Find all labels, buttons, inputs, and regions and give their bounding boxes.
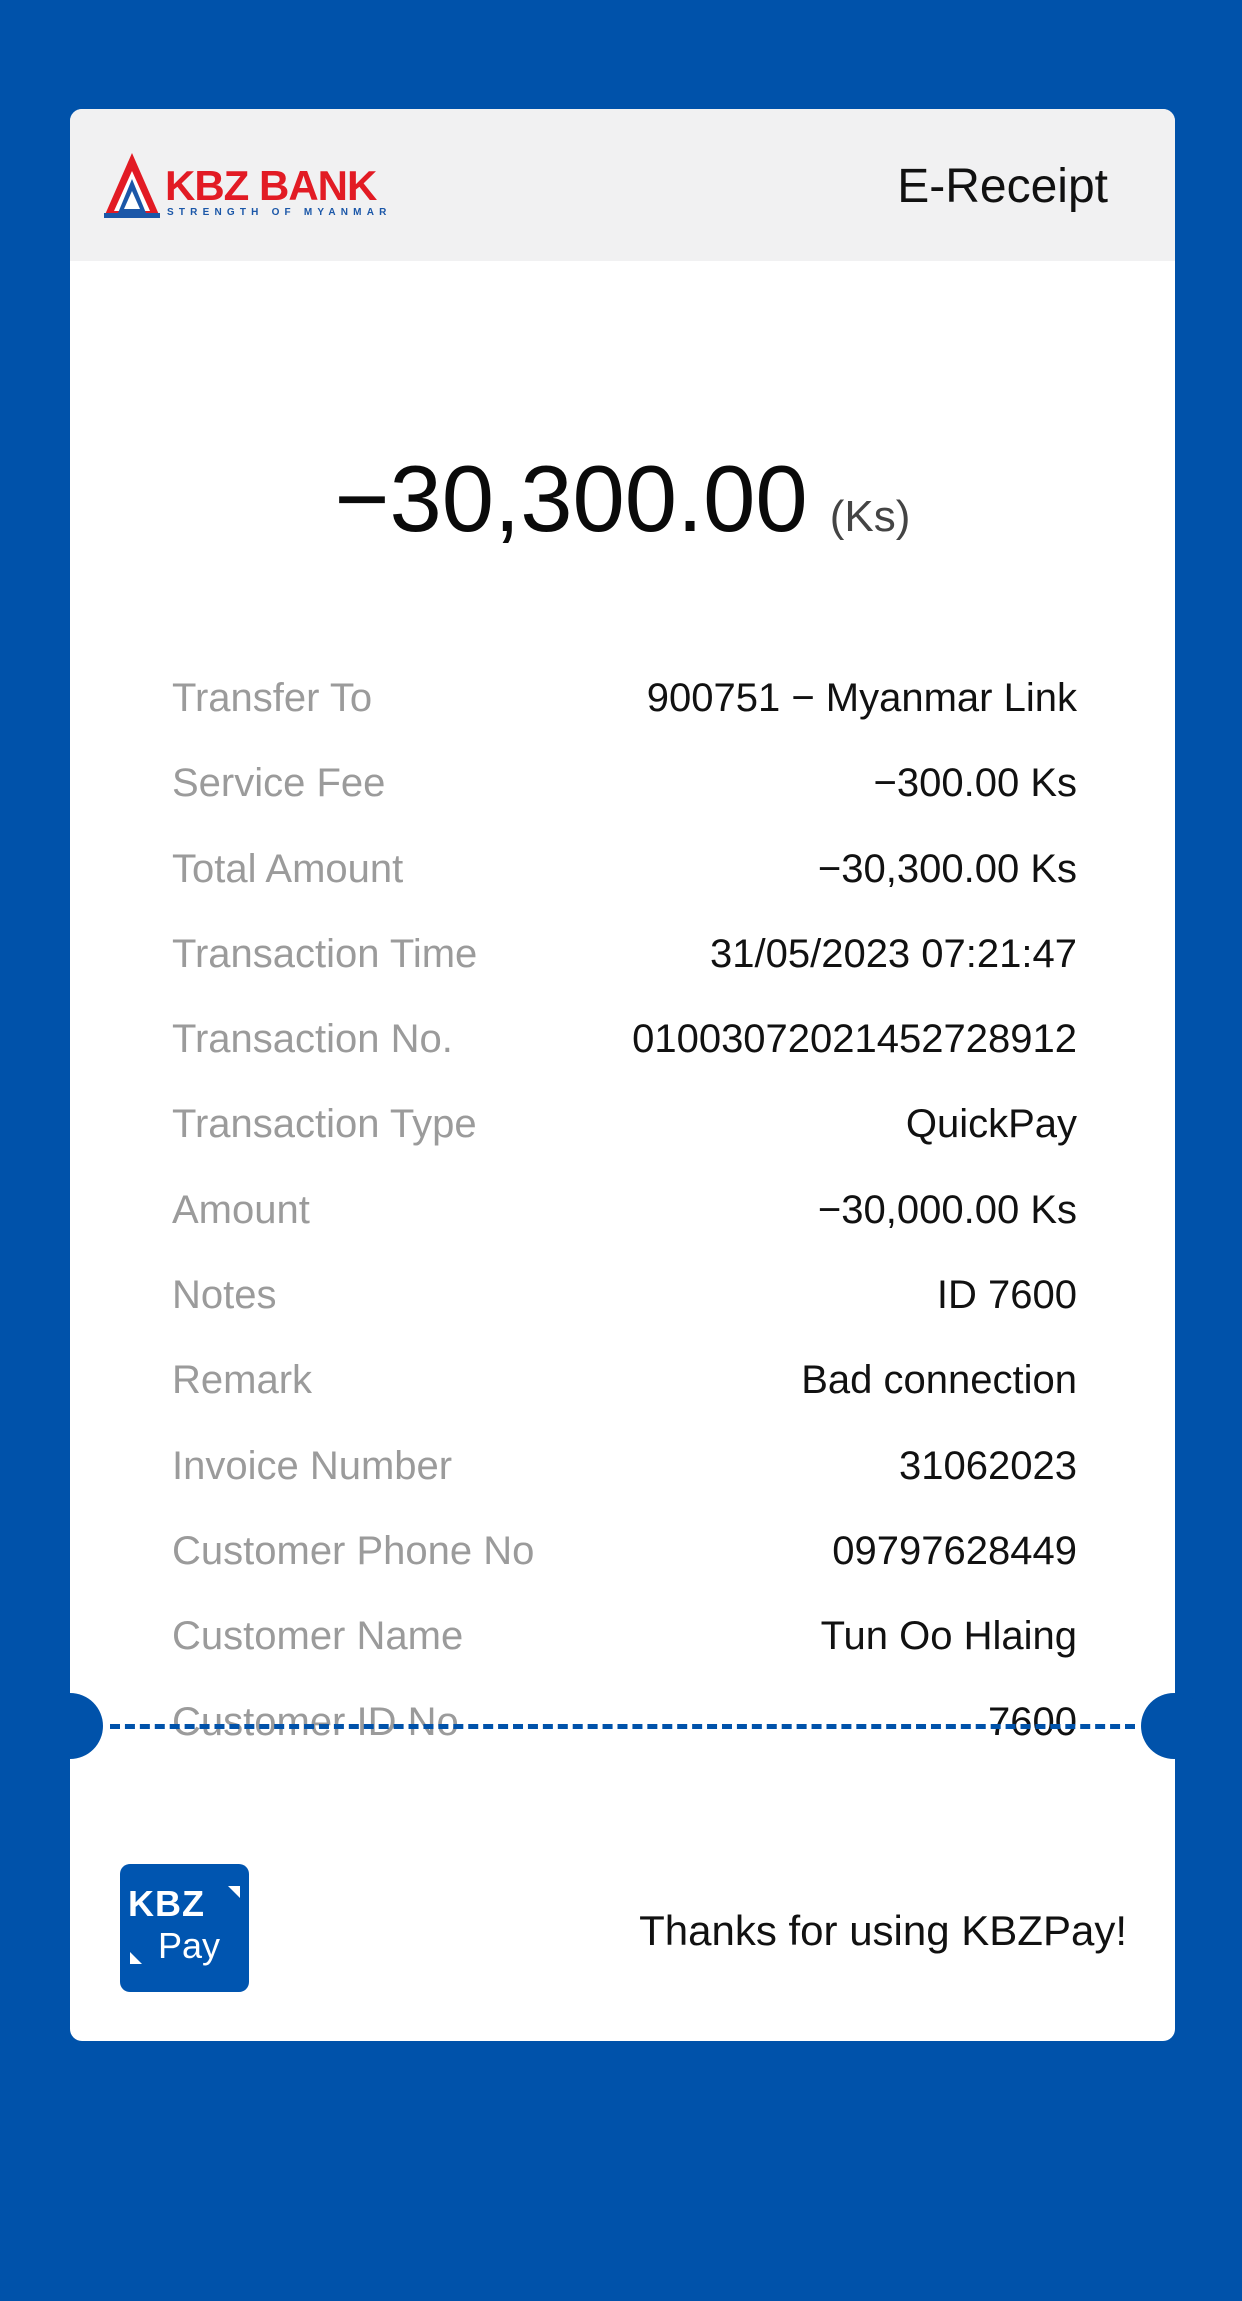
transaction-details: Transfer To 900751 − Myanmar Link Servic… <box>172 657 1077 1766</box>
detail-row-transaction-time: Transaction Time 31/05/2023 07:21:47 <box>172 913 1077 998</box>
amount-value: −30,300.00 <box>334 446 808 551</box>
detail-row-customer-phone: Customer Phone No 09797628449 <box>172 1510 1077 1595</box>
detail-label: Customer Phone No <box>172 1528 535 1573</box>
amount-unit: (Ks) <box>829 492 911 541</box>
thanks-message: Thanks for using KBZPay! <box>639 1907 1127 1954</box>
detail-value: −300.00 Ks <box>873 761 1078 806</box>
detail-value: 31/05/2023 07:21:47 <box>709 931 1077 976</box>
detail-row-transfer-to: Transfer To 900751 − Myanmar Link <box>172 657 1077 742</box>
tear-line-divider <box>110 1724 1135 1729</box>
detail-label: Invoice Number <box>172 1443 453 1488</box>
detail-label: Transaction Type <box>172 1102 477 1147</box>
detail-row-invoice-number: Invoice Number 31062023 <box>172 1425 1077 1510</box>
detail-label: Service Fee <box>172 761 386 806</box>
kbzpay-logo-icon: KBZ Pay <box>120 1864 249 1992</box>
detail-label: Transaction Time <box>172 931 478 976</box>
receipt-title: E-Receipt <box>897 160 1108 213</box>
detail-label: Transfer To <box>172 676 373 720</box>
ticket-notch-left <box>37 1693 103 1759</box>
detail-label: Transaction No. <box>172 1017 453 1062</box>
pay-logo-corner-mark <box>228 1886 240 1898</box>
kbz-bank-logo: KBZ BANK STRENGTH OF MYANMAR <box>102 151 386 223</box>
logo-bank-name: KBZ BANK <box>165 162 377 209</box>
pay-logo-corner-mark <box>130 1952 142 1964</box>
detail-row-notes: Notes ID 7600 <box>172 1254 1077 1339</box>
detail-row-remark: Remark Bad connection <box>172 1339 1077 1424</box>
detail-value: 31062023 <box>899 1443 1077 1488</box>
detail-value: 01003072021452728912 <box>632 1017 1077 1062</box>
detail-value: −30,300.00 Ks <box>817 846 1077 891</box>
kbz-triangle-logo-icon <box>104 153 160 218</box>
total-amount-display: −30,300.00 (Ks) <box>70 439 1175 587</box>
pay-logo-pay-text: Pay <box>158 1925 221 1966</box>
detail-value: 900751 − Myanmar Link <box>646 676 1077 720</box>
detail-value: QuickPay <box>905 1102 1077 1147</box>
detail-label: Notes <box>172 1273 277 1318</box>
detail-row-total-amount: Total Amount −30,300.00 Ks <box>172 828 1077 913</box>
detail-value: 09797628449 <box>832 1528 1077 1573</box>
detail-row-transaction-no: Transaction No. 01003072021452728912 <box>172 998 1077 1083</box>
detail-label: Remark <box>172 1358 313 1403</box>
pay-logo-kbz-text: KBZ <box>128 1883 205 1924</box>
detail-row-amount: Amount −30,000.00 Ks <box>172 1169 1077 1254</box>
e-receipt-card: KBZ BANK STRENGTH OF MYANMAR E-Receipt −… <box>70 109 1175 2041</box>
detail-value: ID 7600 <box>936 1273 1077 1318</box>
detail-row-transaction-type: Transaction Type QuickPay <box>172 1083 1077 1168</box>
detail-label: Customer ID No <box>172 1699 459 1744</box>
detail-row-service-fee: Service Fee −300.00 Ks <box>172 742 1077 827</box>
logo-tagline: STRENGTH OF MYANMAR <box>167 207 392 218</box>
detail-value: −30,000.00 Ks <box>817 1187 1077 1232</box>
detail-value: Bad connection <box>801 1358 1077 1403</box>
detail-row-customer-name: Customer Name Tun Oo Hlaing <box>172 1595 1077 1680</box>
detail-value: 7600 <box>988 1699 1077 1744</box>
detail-label: Amount <box>172 1187 310 1232</box>
detail-label: Customer Name <box>172 1614 464 1659</box>
detail-label: Total Amount <box>172 846 404 891</box>
receipt-header: KBZ BANK STRENGTH OF MYANMAR E-Receipt <box>70 109 1175 261</box>
ticket-notch-right <box>1141 1693 1207 1759</box>
detail-value: Tun Oo Hlaing <box>820 1614 1077 1659</box>
